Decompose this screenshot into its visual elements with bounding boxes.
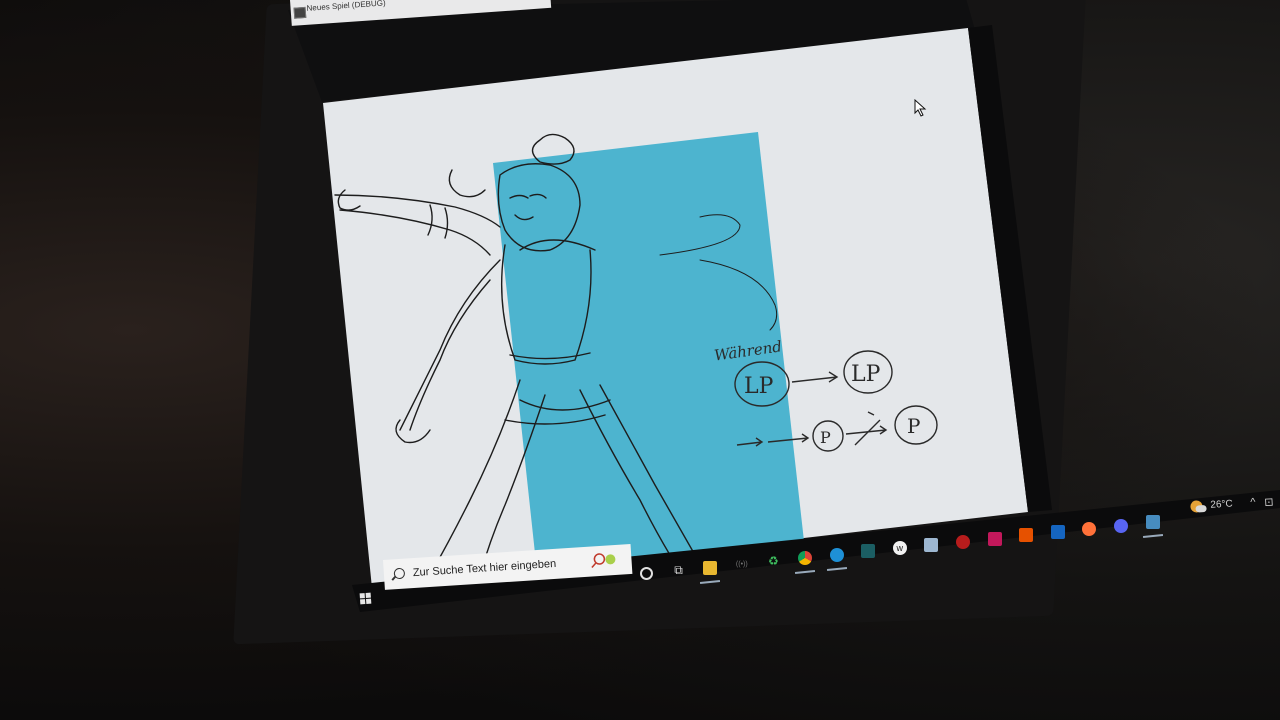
window-title: Neues Spiel (DEBUG) (306, 0, 386, 13)
app-window-icon (293, 6, 307, 19)
tray-status-icon[interactable]: ⊡ (1264, 495, 1274, 508)
w-app-icon[interactable]: w (892, 541, 907, 556)
weather-temperature[interactable]: 26°C (1210, 499, 1233, 511)
diagram-label-p-1: P (820, 428, 831, 447)
task-view-icon[interactable]: ⧉ (672, 563, 686, 578)
wifi-app-icon[interactable]: ((•)) (735, 557, 749, 571)
red-app-icon[interactable] (956, 534, 970, 549)
orange-app-icon[interactable] (1019, 528, 1034, 543)
discord-icon[interactable] (1114, 518, 1128, 533)
windows-start-icon[interactable] (359, 592, 373, 606)
diagram-label-lp-2: LP (851, 362, 881, 387)
edge-icon[interactable] (829, 547, 844, 562)
search-highlight-icon (591, 553, 616, 569)
diagram-label-p-2: P (907, 414, 920, 438)
mouse-cursor-icon (914, 99, 927, 117)
blue-app-icon[interactable] (1050, 525, 1065, 540)
tray-chevron-icon[interactable]: ^ (1250, 496, 1256, 508)
green-app-icon[interactable]: ♻ (766, 554, 780, 568)
pink-app-icon[interactable] (987, 531, 1002, 546)
game-viewport[interactable]: LP LP P P (0, 0, 1280, 720)
terminal-app-icon[interactable] (861, 544, 876, 559)
chrome-icon[interactable] (798, 550, 812, 565)
godot-icon[interactable] (1145, 515, 1160, 530)
cortana-icon[interactable] (640, 567, 653, 580)
diagram-label-lp-1: LP (744, 374, 774, 399)
weather-icon[interactable] (1190, 500, 1203, 513)
file-explorer-icon[interactable] (703, 560, 718, 575)
photo-app-icon[interactable] (924, 537, 939, 552)
